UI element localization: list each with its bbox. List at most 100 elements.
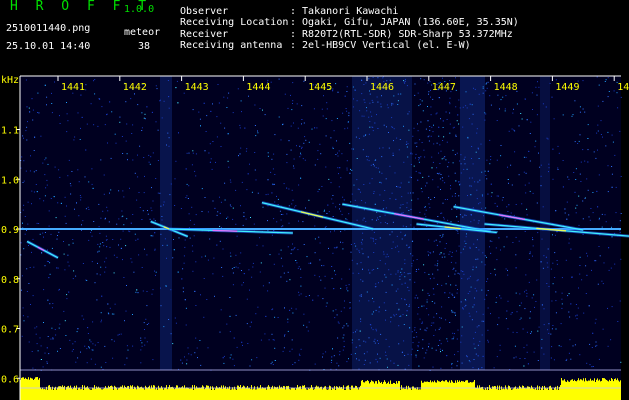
spectrum-bar	[471, 382, 472, 400]
noise-dot	[452, 332, 454, 334]
noise-dot	[49, 303, 51, 305]
noise-dot	[330, 362, 332, 363]
spectrum-bar	[270, 389, 271, 400]
spectrum-bar	[28, 377, 29, 400]
noise-dot	[523, 365, 525, 367]
noise-dot	[91, 183, 93, 185]
noise-dot	[342, 327, 344, 329]
spectrum-bar	[51, 389, 52, 400]
noise-dot	[336, 118, 338, 119]
noise-dot	[454, 296, 456, 298]
noise-dot	[291, 348, 293, 350]
noise-dot	[348, 358, 349, 360]
noise-dot	[300, 177, 302, 179]
spectrum-bar	[393, 382, 394, 400]
noise-dot	[97, 342, 99, 343]
noise-dot	[428, 254, 429, 256]
noise-dot	[425, 216, 427, 218]
spectrum-bar	[123, 388, 124, 400]
noise-dot	[422, 289, 424, 291]
noise-dot	[49, 273, 51, 275]
spectrum-bar	[223, 385, 224, 400]
noise-dot	[200, 294, 201, 296]
noise-dot	[518, 174, 520, 176]
spectrum-bar	[323, 388, 324, 400]
noise-dot	[338, 365, 340, 367]
noise-dot	[439, 163, 441, 164]
noise-dot	[151, 111, 153, 113]
noise-dot	[457, 272, 459, 274]
noise-dot	[177, 271, 179, 273]
noise-dot	[216, 214, 218, 216]
noise-dot	[457, 360, 459, 362]
noise-dot	[226, 217, 227, 219]
noise-dot	[555, 328, 557, 330]
noise-dot	[119, 116, 121, 118]
spectrum-bar	[150, 388, 151, 400]
noise-dot	[427, 251, 429, 253]
noise-dot	[443, 253, 445, 255]
spectrum-bar	[577, 380, 578, 400]
noise-dot	[425, 128, 427, 130]
noise-dot	[526, 351, 528, 353]
noise-dot	[449, 97, 451, 99]
noise-dot	[326, 302, 328, 304]
noise-dot	[241, 284, 243, 286]
noise-dot	[123, 277, 125, 278]
spectrum-bar	[250, 389, 251, 400]
noise-dot	[338, 150, 340, 152]
spectrum-bar	[299, 386, 300, 400]
noise-dot	[272, 364, 274, 365]
noise-dot	[414, 297, 416, 299]
noise-dot	[551, 300, 553, 302]
noise-dot	[619, 220, 621, 222]
noise-dot	[201, 256, 203, 258]
noise-dot	[228, 166, 230, 168]
noise-dot	[233, 365, 235, 367]
noise-dot	[152, 359, 154, 361]
noise-dot	[174, 205, 176, 206]
noise-dot	[440, 343, 442, 345]
noise-dot	[586, 274, 588, 276]
noise-dot	[496, 297, 498, 299]
noise-dot	[39, 337, 41, 339]
noise-dot	[434, 197, 435, 198]
noise-dot	[273, 153, 275, 155]
noise-dot	[608, 269, 610, 271]
noise-dot	[487, 81, 489, 83]
noise-dot	[500, 297, 502, 299]
noise-dot	[487, 193, 489, 195]
noise-dot	[529, 190, 531, 192]
noise-dot	[201, 211, 203, 212]
noise-dot	[50, 233, 52, 235]
noise-dot	[537, 330, 539, 332]
noise-dot	[511, 128, 513, 130]
noise-dot	[182, 287, 184, 289]
noise-dot	[580, 181, 582, 182]
noise-dot	[442, 233, 444, 235]
noise-dot	[445, 319, 447, 321]
noise-dot	[487, 170, 489, 172]
spectrum-bar	[381, 381, 382, 400]
spectrum-bar	[485, 387, 486, 400]
noise-dot	[289, 309, 291, 311]
noise-dot	[441, 237, 443, 238]
spectrum-bar	[480, 387, 481, 400]
noise-dot	[442, 349, 443, 351]
noise-dot	[519, 293, 521, 295]
spectrum-bar	[510, 387, 511, 400]
spectrum-bar	[392, 383, 393, 400]
noise-dot	[290, 149, 292, 151]
spectrum-bar	[141, 386, 142, 400]
noise-dot	[280, 249, 282, 251]
noise-dot	[325, 226, 327, 227]
noise-dot	[487, 278, 489, 280]
spectrum-bar	[349, 389, 350, 400]
noise-dot	[297, 127, 299, 129]
noise-dot	[331, 120, 333, 122]
noise-dot	[280, 276, 282, 278]
noise-dot	[507, 211, 509, 212]
noise-dot	[424, 329, 426, 331]
noise-dot	[458, 99, 460, 101]
noise-dot	[140, 337, 142, 339]
